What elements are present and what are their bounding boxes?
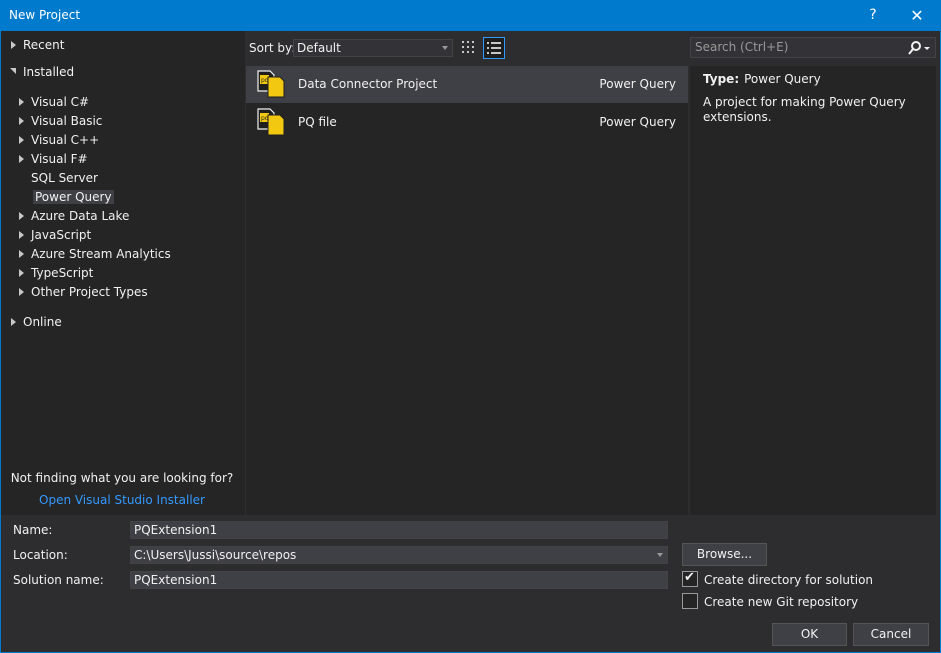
tree-item-visual-fsharp[interactable]: Visual F# [17, 150, 88, 169]
tree-item-typescript[interactable]: TypeScript [17, 264, 93, 283]
tree-item-visual-csharp[interactable]: Visual C# [17, 93, 89, 112]
tree-item-visual-basic[interactable]: Visual Basic [17, 112, 102, 131]
tree-item-label: Visual F# [31, 152, 88, 166]
pq-file-icon: pq [257, 108, 285, 136]
chevron-right-icon [17, 93, 27, 112]
small-icons-view-button[interactable] [458, 37, 480, 59]
window-title: New Project [9, 8, 81, 22]
close-button[interactable]: ✕ [896, 0, 938, 31]
create-directory-label: Create directory for solution [704, 573, 874, 587]
chevron-right-icon [17, 264, 27, 283]
tree-item-label: Visual Basic [31, 114, 103, 128]
tree-item-label: Azure Data Lake [31, 209, 130, 223]
template-name: PQ file [298, 115, 337, 129]
location-input[interactable]: C:\Users\Jussi\source\repos [130, 546, 668, 564]
sort-by-value: Default [297, 41, 341, 55]
type-label: Type: [703, 72, 740, 86]
template-tree-pane: Recent Installed Visual C# Visual Basic … [1, 31, 245, 515]
cancel-button[interactable]: Cancel [853, 623, 929, 646]
tree-item-label: Azure Stream Analytics [31, 247, 171, 261]
template-type: Type: Power Query [703, 72, 821, 86]
tree-item-javascript[interactable]: JavaScript [17, 226, 91, 245]
sort-by-label: Sort by: [249, 41, 296, 55]
power-query-project-icon: pq [257, 70, 285, 98]
location-label: Location: [13, 548, 68, 562]
template-row-data-connector[interactable]: pq Data Connector Project Power Query [246, 66, 688, 103]
chevron-right-icon [17, 150, 27, 169]
tree-item-label: SQL Server [31, 171, 98, 185]
tree-item-label: Online [23, 315, 62, 329]
create-git-label: Create new Git repository [704, 595, 859, 609]
solution-name-input[interactable]: PQExtension1 [130, 571, 668, 589]
open-installer-link[interactable]: Open Visual Studio Installer [1, 493, 243, 507]
not-finding-text: Not finding what you are looking for? [10, 471, 234, 485]
search-placeholder: Search (Ctrl+E) [695, 40, 789, 54]
tree-item-label: Recent [23, 38, 65, 52]
template-description: A project for making Power Query extensi… [703, 95, 906, 124]
search-icon[interactable] [907, 40, 931, 56]
tree-item-label: Other Project Types [31, 285, 148, 299]
help-button[interactable]: ? [852, 0, 894, 31]
tree-item-label: Visual C++ [31, 133, 100, 147]
chevron-right-icon [17, 207, 27, 226]
name-label: Name: [13, 523, 53, 537]
tree-item-label: TypeScript [31, 266, 94, 280]
browse-button[interactable]: Browse... [682, 543, 767, 566]
tree-item-azure-data-lake[interactable]: Azure Data Lake [17, 207, 129, 226]
template-list: pq Data Connector Project Power Query pq… [246, 66, 688, 515]
tree-item-sql-server[interactable]: SQL Server [17, 169, 98, 188]
tree-item-power-query[interactable]: Power Query [17, 188, 114, 207]
solution-name-label: Solution name: [13, 573, 104, 587]
tree-item-online[interactable]: Online [9, 313, 62, 332]
chevron-right-icon [9, 36, 19, 55]
tree-item-installed[interactable]: Installed [9, 63, 74, 82]
check-icon: ✔ [684, 570, 695, 585]
tree-item-recent[interactable]: Recent [9, 36, 64, 55]
chevron-down-icon [657, 553, 663, 557]
template-info-pane: Type: Power Query A project for making Po… [690, 66, 936, 515]
template-language: Power Query [599, 115, 676, 129]
tree-item-label: JavaScript [31, 228, 92, 242]
create-directory-checkbox[interactable]: ✔ [682, 570, 698, 587]
chevron-right-icon [9, 313, 19, 332]
create-git-checkbox[interactable] [682, 593, 698, 609]
chevron-right-icon [17, 112, 27, 131]
tree-item-other-project-types[interactable]: Other Project Types [17, 283, 148, 302]
sort-by-select[interactable]: Default [293, 39, 453, 57]
chevron-right-icon [17, 245, 27, 264]
search-input[interactable]: Search (Ctrl+E) [690, 37, 936, 58]
chevron-right-icon [17, 131, 27, 150]
list-icon [487, 42, 501, 54]
tree-item-label: Visual C# [31, 95, 90, 109]
solution-name-value: PQExtension1 [134, 573, 218, 587]
chevron-down-icon [442, 46, 448, 50]
tree-item-label: Installed [23, 65, 75, 79]
title-bar: New Project ? ✕ [0, 0, 941, 31]
tree-item-azure-stream-analytics[interactable]: Azure Stream Analytics [17, 245, 171, 264]
grid-icon [462, 41, 474, 53]
tree-item-label: Power Query [33, 190, 114, 204]
name-value: PQExtension1 [134, 523, 218, 537]
template-language: Power Query [599, 77, 676, 91]
location-value: C:\Users\Jussi\source\repos [134, 548, 297, 562]
chevron-right-icon [17, 283, 27, 302]
chevron-down-icon [9, 63, 19, 82]
template-row-pq-file[interactable]: pq PQ file Power Query [246, 104, 688, 141]
ok-button[interactable]: OK [772, 623, 847, 646]
name-input[interactable]: PQExtension1 [130, 521, 668, 539]
type-value: Power Query [744, 72, 821, 86]
chevron-right-icon [17, 226, 27, 245]
list-view-button[interactable] [483, 37, 505, 59]
template-name: Data Connector Project [298, 77, 438, 91]
tree-item-visual-cpp[interactable]: Visual C++ [17, 131, 99, 150]
